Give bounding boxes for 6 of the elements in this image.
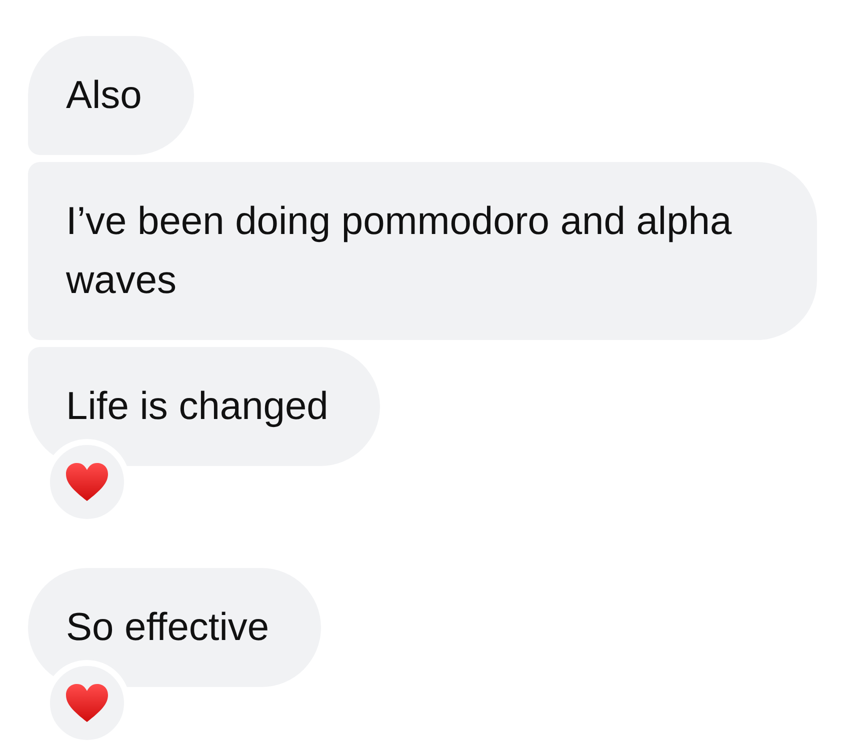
message-bubble: Also [28, 36, 194, 155]
message-bubble: So effective [28, 568, 322, 687]
heart-icon [65, 683, 109, 723]
message-bubble: I’ve been doing pommodoro and alpha waves [28, 162, 817, 340]
heart-icon [65, 462, 109, 502]
message-bubble: Life is changed [28, 347, 380, 466]
